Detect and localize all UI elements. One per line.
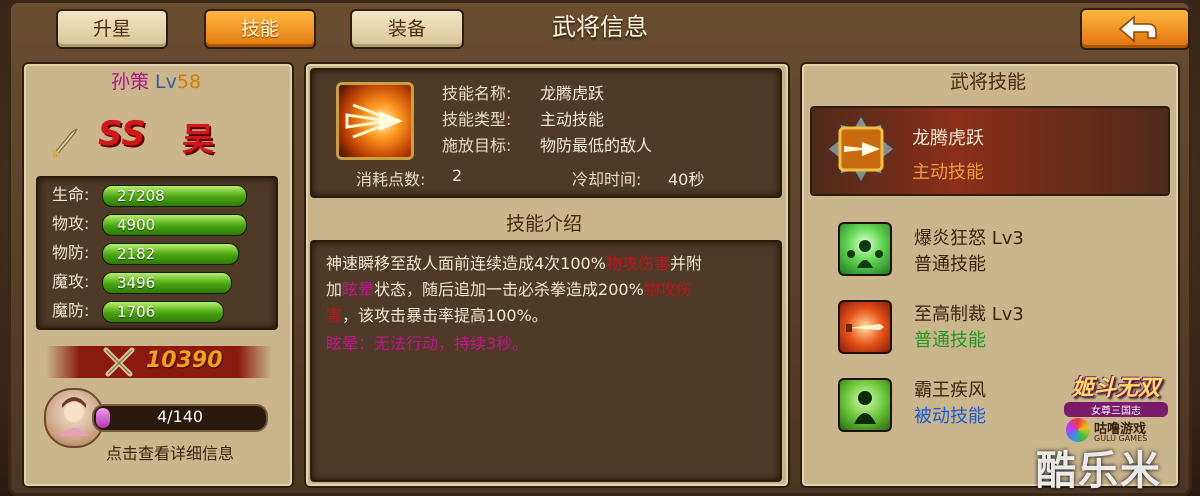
skill-3-type: 被动技能 — [914, 406, 986, 427]
warrior-icon — [854, 391, 876, 424]
blade-icon — [846, 324, 884, 332]
skill-intro-header: 技能介绍 — [505, 213, 582, 235]
stat-value: 4900 — [117, 216, 156, 234]
skill-target-value: 物防最低的敌人 — [540, 136, 653, 155]
main-skill-name: 龙腾虎跃 — [912, 128, 984, 149]
hero-name-line: 孙策 Lv58 — [24, 64, 288, 100]
skill-icon-dragon — [336, 82, 414, 160]
intro-line-1: 神速瞬移至敌人面前连续造成4次100%物攻伤害并附 — [326, 254, 702, 273]
stat-bar: 1706 — [102, 301, 224, 323]
exp-bar: 4/140 — [92, 404, 268, 432]
stat-bar: 2182 — [102, 243, 239, 265]
skill-name-label: 技能名称: — [442, 84, 512, 103]
stat-value: 3496 — [117, 274, 156, 292]
back-arrow-icon — [1118, 15, 1157, 43]
stat-label: 魔防: — [52, 301, 90, 320]
hero-rank-row: SS 吴 — [34, 104, 278, 174]
crossed-swords-icon — [103, 347, 135, 377]
logo-subtitle: 女尊三国志 — [1064, 402, 1168, 417]
skill-name-value: 龙腾虎跃 — [540, 84, 605, 103]
page-title: 武将信息 — [552, 13, 648, 41]
hero-skills-header: 武将技能 — [949, 71, 1026, 93]
skill-3-name: 霸王疾风 — [914, 380, 986, 401]
game-logo: 姬斗无双 女尊三国志 — [1064, 370, 1168, 417]
intro-line-2: 加眩晕状态，随后追加一击必杀拳造成200%物攻伤 — [326, 280, 692, 299]
stat-label: 物攻: — [52, 214, 90, 233]
hero-name: 孙策 — [110, 71, 149, 93]
tab-skill[interactable]: 技能 — [204, 9, 316, 49]
watermark: 酷乐米 — [1036, 448, 1162, 494]
main-skill-frame — [826, 114, 896, 184]
logo-title: 姬斗无双 — [1071, 376, 1160, 401]
dash-strike-icon — [345, 103, 403, 139]
skill-1-name: 爆炎狂怒 Lv3 — [914, 228, 1024, 249]
skill-1-type: 普通技能 — [914, 254, 986, 275]
skill-type-value: 主动技能 — [540, 110, 605, 129]
hero-lv-prefix: Lv — [155, 71, 177, 93]
cost-value: 2 — [452, 166, 463, 185]
faction-badge: 吴 — [182, 120, 215, 158]
stat-bar: 4900 — [102, 214, 247, 236]
power-value: 10390 — [146, 348, 223, 373]
stat-label: 魔攻: — [52, 272, 90, 291]
skill-icon-wind[interactable] — [838, 378, 892, 432]
cooldown-label: 冷却时间: — [572, 170, 642, 189]
detail-link[interactable]: 点击查看详细信息 — [60, 440, 280, 464]
tab-star-up[interactable]: 升星 — [56, 9, 168, 49]
stat-value: 2182 — [117, 245, 156, 263]
skill-2-type: 普通技能 — [914, 330, 986, 351]
skill-2-name: 至高制裁 Lv3 — [914, 304, 1024, 325]
sword-icon — [51, 128, 78, 159]
skill-type-label: 技能类型: — [442, 110, 512, 129]
hero-level: 58 — [176, 71, 202, 93]
intro-line-3: 害，该攻击暴击率提高100%。 — [326, 306, 548, 325]
intro-line-4: 眩晕：无法行动，持续3秒。 — [326, 334, 529, 353]
stat-bar: 27208 — [102, 185, 247, 207]
skill-target-label: 施放目标: — [442, 136, 512, 155]
tab-equip[interactable]: 装备 — [350, 9, 464, 49]
exp-text: 4/140 — [156, 407, 204, 426]
stat-label: 生命: — [52, 185, 90, 204]
power-bar: 10390 — [46, 346, 272, 378]
skill-icon-judgement[interactable] — [838, 300, 892, 354]
stat-value: 1706 — [117, 303, 156, 321]
compass-frame-icon — [827, 115, 895, 183]
skill-icon-blaze[interactable] — [838, 222, 892, 276]
stat-label: 物防: — [52, 243, 90, 262]
cooldown-value: 40秒 — [668, 170, 705, 189]
stat-value: 27208 — [117, 187, 165, 205]
figures-icon — [847, 240, 883, 268]
main-skill-type: 主动技能 — [912, 162, 984, 183]
cost-label: 消耗点数: — [356, 170, 426, 189]
back-button[interactable] — [1080, 8, 1190, 50]
rank-badge: SS — [98, 114, 146, 154]
stat-bar: 3496 — [102, 272, 232, 294]
